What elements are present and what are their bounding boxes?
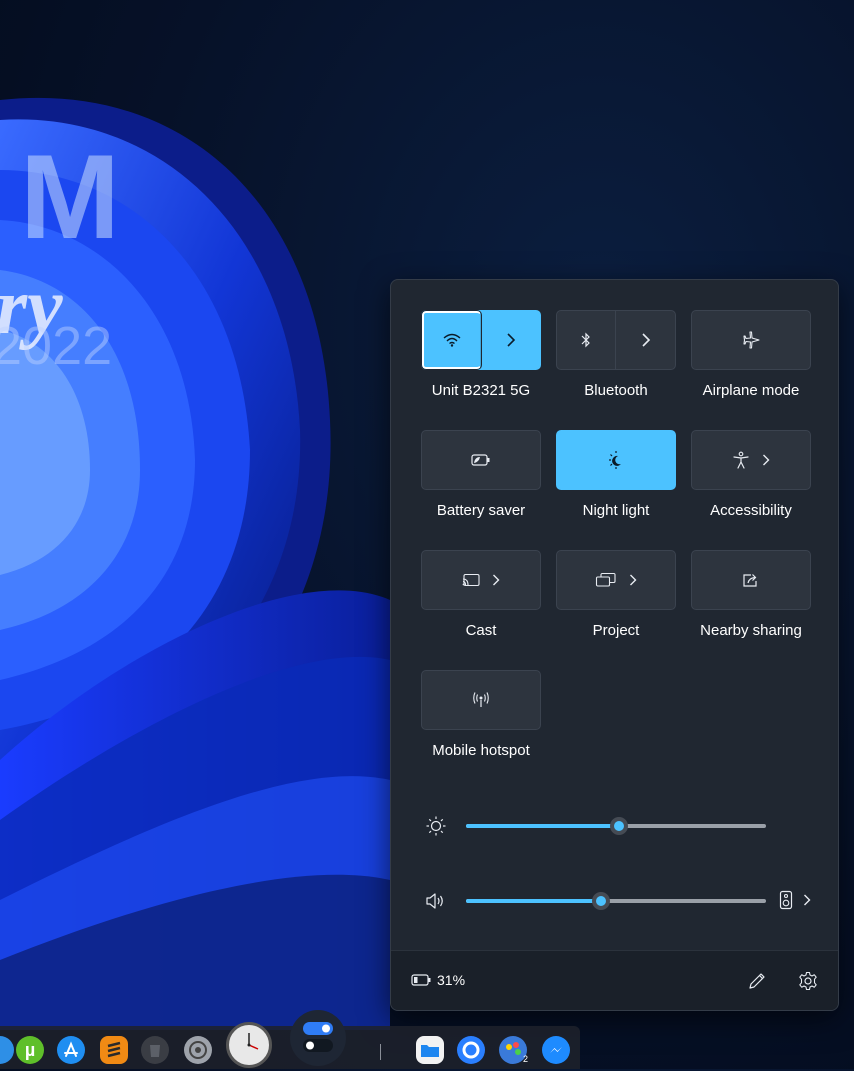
files-icon[interactable] [416, 1036, 444, 1064]
wifi-icon [443, 333, 461, 347]
audio-output-button[interactable] [779, 888, 811, 912]
quick-settings-panel: Unit B2321 5G Bluetooth Airplane mode Ba… [390, 279, 839, 1011]
mobile-hotspot-button[interactable] [421, 670, 541, 730]
brightness-icon [426, 816, 446, 836]
clock-icon[interactable] [226, 1022, 272, 1068]
share-icon [743, 574, 757, 587]
hotspot-icon [473, 692, 489, 707]
nearby-sharing-label: Nearby sharing [700, 622, 802, 639]
brightness-slider[interactable] [466, 817, 766, 835]
sublime-icon[interactable] [100, 1036, 128, 1064]
chevron-right-icon [630, 574, 637, 586]
battery-saver-button[interactable] [421, 430, 541, 490]
brightness-slider-fill [466, 824, 619, 828]
nearby-sharing-button[interactable] [691, 550, 811, 610]
volume-slider-fill [466, 899, 601, 903]
quick-settings-footer: 31% [391, 950, 838, 1010]
pencil-icon [749, 973, 765, 989]
battery-percent: 31% [437, 972, 466, 988]
bluetooth-toggle-button[interactable] [557, 311, 616, 369]
wifi-expand-button[interactable] [481, 311, 540, 369]
volume-row [421, 888, 811, 912]
gear-icon [799, 971, 817, 991]
accessibility-button[interactable] [691, 430, 811, 490]
chevron-right-icon [493, 574, 500, 586]
mobile-hotspot-label: Mobile hotspot [432, 742, 530, 759]
chevron-right-icon [804, 894, 811, 906]
edge-icon[interactable] [457, 1036, 485, 1064]
partial-dock-icon[interactable] [0, 1036, 14, 1064]
system-prefs-icon[interactable] [184, 1036, 212, 1064]
wifi-toggle-button[interactable] [421, 310, 482, 370]
cast-icon [462, 573, 480, 587]
airplane-tile-label: Airplane mode [702, 382, 800, 399]
battery-saver-icon [471, 454, 490, 466]
bluetooth-expand-button[interactable] [616, 311, 675, 369]
speaker-icon [426, 893, 443, 909]
paint-badge: 2 [523, 1054, 529, 1064]
airplane-mode-button[interactable] [691, 310, 811, 370]
battery-status[interactable]: 31% [411, 972, 465, 988]
chevron-right-icon [641, 333, 650, 347]
accessibility-label: Accessibility [710, 502, 792, 519]
dock-bar: µ 2 [0, 1010, 580, 1069]
brightness-slider-thumb[interactable] [610, 817, 628, 835]
wifi-tile [421, 310, 541, 370]
bluetooth-icon [581, 332, 590, 348]
trash-icon[interactable] [141, 1036, 169, 1064]
cast-button[interactable] [421, 550, 541, 610]
volume-slider[interactable] [466, 892, 766, 910]
night-light-button[interactable] [556, 430, 676, 490]
toggle-app-icon[interactable] [290, 1010, 346, 1066]
chevron-right-icon [506, 333, 515, 347]
dock-divider [380, 1044, 381, 1060]
edit-quick-settings-button[interactable] [745, 969, 769, 993]
messenger-icon[interactable] [542, 1036, 570, 1064]
bluetooth-tile [556, 310, 676, 370]
settings-button[interactable] [796, 969, 820, 993]
battery-icon [411, 974, 431, 986]
chevron-right-icon [763, 454, 770, 466]
app-store-icon[interactable] [57, 1036, 85, 1064]
utorrent-icon[interactable]: µ [16, 1036, 44, 1064]
airplane-icon [743, 331, 760, 349]
wallpaper-watermark-year: 2022 [0, 316, 113, 376]
speaker-device-icon [779, 890, 793, 910]
volume-slider-thumb[interactable] [592, 892, 610, 910]
project-icon [595, 572, 616, 587]
paint-icon[interactable]: 2 [499, 1036, 529, 1064]
project-button[interactable] [556, 550, 676, 610]
brightness-row [421, 813, 811, 837]
accessibility-icon [733, 451, 749, 469]
wallpaper-watermark-letters: M [20, 130, 120, 264]
night-light-icon [609, 451, 621, 469]
